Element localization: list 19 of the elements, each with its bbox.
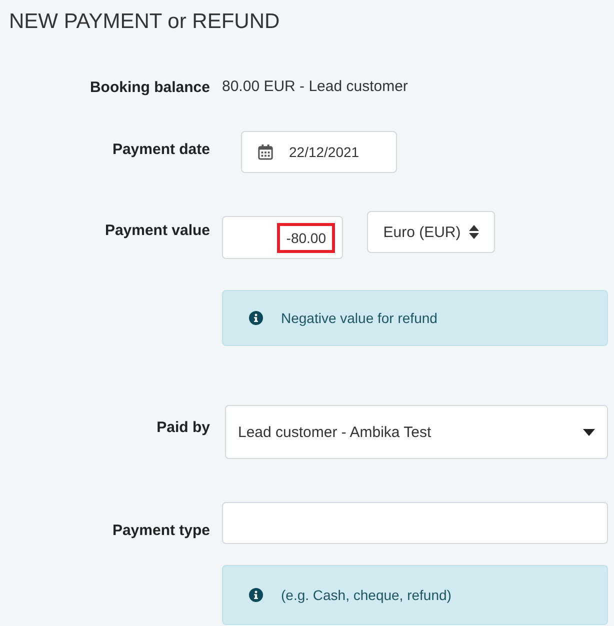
field-label: Payment value [104, 221, 210, 241]
hint-text: Negative value for refund [281, 310, 438, 326]
currency-select[interactable]: Euro (EUR) [367, 211, 495, 253]
field-label: Paid by [156, 418, 210, 438]
balance-value: 80.00 EUR - Lead customer [222, 78, 408, 95]
calendar-icon [258, 144, 273, 160]
info-icon [249, 311, 263, 325]
amount-field[interactable]: -80.00 [222, 216, 343, 259]
date-field[interactable]: 22/12/2021 [241, 131, 397, 173]
caret-icon [583, 428, 595, 436]
hint-text: (e.g. Cash, cheque, refund) [281, 587, 452, 603]
paid-by-select[interactable]: Lead customer - Ambika Test [225, 405, 608, 459]
page-title: NEW PAYMENT or REFUND [8, 9, 281, 35]
field-label: Payment type [111, 521, 210, 541]
input-field[interactable] [222, 502, 608, 544]
field-label: Booking balance [88, 78, 210, 96]
info-icon [249, 588, 263, 602]
sort-icon [468, 225, 479, 239]
field-label: Payment date [111, 140, 210, 160]
